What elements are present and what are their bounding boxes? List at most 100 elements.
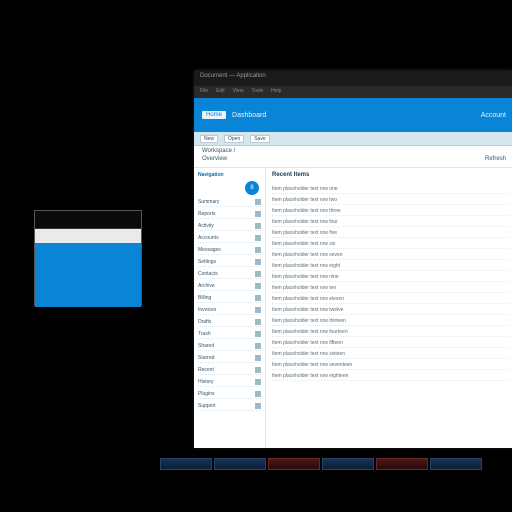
sidebar-item[interactable]: History [198,378,261,387]
row-icon [255,235,261,241]
list-item[interactable]: Item placeholder text row sixteen [272,350,508,359]
list-item[interactable]: Item placeholder text row ten [272,284,508,293]
sidebar-item[interactable]: Support [198,402,261,411]
row-icon [255,259,261,265]
sidebar-item-label: History [198,379,214,385]
count-badge: 8 [245,181,259,195]
banner-account[interactable]: Account [481,112,506,119]
list-item[interactable]: Item placeholder text row eighteen [272,372,508,381]
secondary-window-body [35,229,141,307]
menu-edit[interactable]: Edit [216,88,225,96]
list-item[interactable]: Item placeholder text row thirteen [272,317,508,326]
row-icon [255,271,261,277]
main-window: Document — Application File Edit View To… [194,70,512,448]
breadcrumb-bar: Workspace / Overview Refresh [194,146,512,168]
sidebar-item-label: Support [198,403,216,409]
sidebar-item-label: Settings [198,259,216,265]
row-icon [255,223,261,229]
toolbar-new[interactable]: New [200,135,218,143]
sidebar-item[interactable]: Summary [198,198,261,207]
row-icon [255,391,261,397]
sidebar-item-label: Reports [198,211,216,217]
sidebar-item-label: Billing [198,295,211,301]
row-icon [255,331,261,337]
content: Navigation 8 Summary Reports Activity Ac… [194,168,512,448]
menu-view[interactable]: View [233,88,244,96]
sidebar-item[interactable]: Archive [198,282,261,291]
list-item[interactable]: Item placeholder text row nine [272,273,508,282]
taskbar-button[interactable] [376,458,428,470]
sidebar-item[interactable]: Plugins [198,390,261,399]
sidebar-item-label: Starred [198,355,214,361]
banner-tag[interactable]: Home [202,111,226,119]
taskbar-button[interactable] [214,458,266,470]
list-item[interactable]: Item placeholder text row four [272,218,508,227]
sidebar-item[interactable]: Activity [198,222,261,231]
page-title: Overview [202,156,227,162]
sidebar-item[interactable]: Settings [198,258,261,267]
toolbar-save[interactable]: Save [250,135,269,143]
list-item[interactable]: Item placeholder text row fifteen [272,339,508,348]
sidebar-item[interactable]: Shared [198,342,261,351]
sidebar-item-label: Messages [198,247,221,253]
menu-file[interactable]: File [200,88,208,96]
row-icon [255,367,261,373]
sidebar-item[interactable]: Messages [198,246,261,255]
row-icon [255,295,261,301]
sidebar-item-label: Plugins [198,391,214,397]
breadcrumb[interactable]: Workspace / [202,148,506,154]
row-icon [255,355,261,361]
sidebar-item[interactable]: Drafts [198,318,261,327]
sidebar-item[interactable]: Reports [198,210,261,219]
sidebar-item[interactable]: Invoices [198,306,261,315]
sidebar-item[interactable]: Accounts [198,234,261,243]
sidebar-item[interactable]: Starred [198,354,261,363]
row-icon [255,283,261,289]
list-item[interactable]: Item placeholder text row one [272,185,508,194]
list-item[interactable]: Item placeholder text row two [272,196,508,205]
taskbar-button[interactable] [160,458,212,470]
secondary-window-titlebar[interactable] [35,211,141,229]
list-item[interactable]: Item placeholder text row twelve [272,306,508,315]
list-item[interactable]: Item placeholder text row three [272,207,508,216]
toolbar: New Open Save [194,132,512,146]
row-icon [255,211,261,217]
list-item[interactable]: Item placeholder text row seven [272,251,508,260]
list-item[interactable]: Item placeholder text row seventeen [272,361,508,370]
secondary-window-toolbar [35,229,141,243]
menu-tools[interactable]: Tools [251,88,263,96]
row-icon [255,403,261,409]
taskbar-button[interactable] [430,458,482,470]
menu-help[interactable]: Help [271,88,281,96]
sidebar-item[interactable]: Recent [198,366,261,375]
titlebar[interactable]: Document — Application [194,70,512,86]
sidebar-item-label: Archive [198,283,215,289]
sidebar-item[interactable]: Trash [198,330,261,339]
header-banner: Home Dashboard Account [194,98,512,132]
sidebar-item-label: Invoices [198,307,216,313]
list-item[interactable]: Item placeholder text row eleven [272,295,508,304]
sidebar-item-label: Accounts [198,235,219,241]
sidebar-item-label: Activity [198,223,214,229]
refresh-link[interactable]: Refresh [485,156,506,162]
banner-label: Dashboard [232,112,266,119]
taskbar-button[interactable] [268,458,320,470]
list-item[interactable]: Item placeholder text row eight [272,262,508,271]
row-icon [255,307,261,313]
toolbar-open[interactable]: Open [224,135,244,143]
list-item[interactable]: Item placeholder text row six [272,240,508,249]
sidebar-item-label: Trash [198,331,211,337]
row-icon [255,247,261,253]
row-icon [255,343,261,349]
row-icon [255,199,261,205]
taskbar-button[interactable] [322,458,374,470]
sidebar-item[interactable]: Contacts [198,270,261,279]
menu-bar: File Edit View Tools Help [194,86,512,98]
list-item[interactable]: Item placeholder text row five [272,229,508,238]
sidebar-item-label: Drafts [198,319,211,325]
sidebar-item[interactable]: Billing [198,294,261,303]
secondary-window[interactable] [34,210,142,306]
titlebar-text: Document — Application [200,73,266,79]
list-item[interactable]: Item placeholder text row fourteen [272,328,508,337]
taskbar [160,458,512,470]
